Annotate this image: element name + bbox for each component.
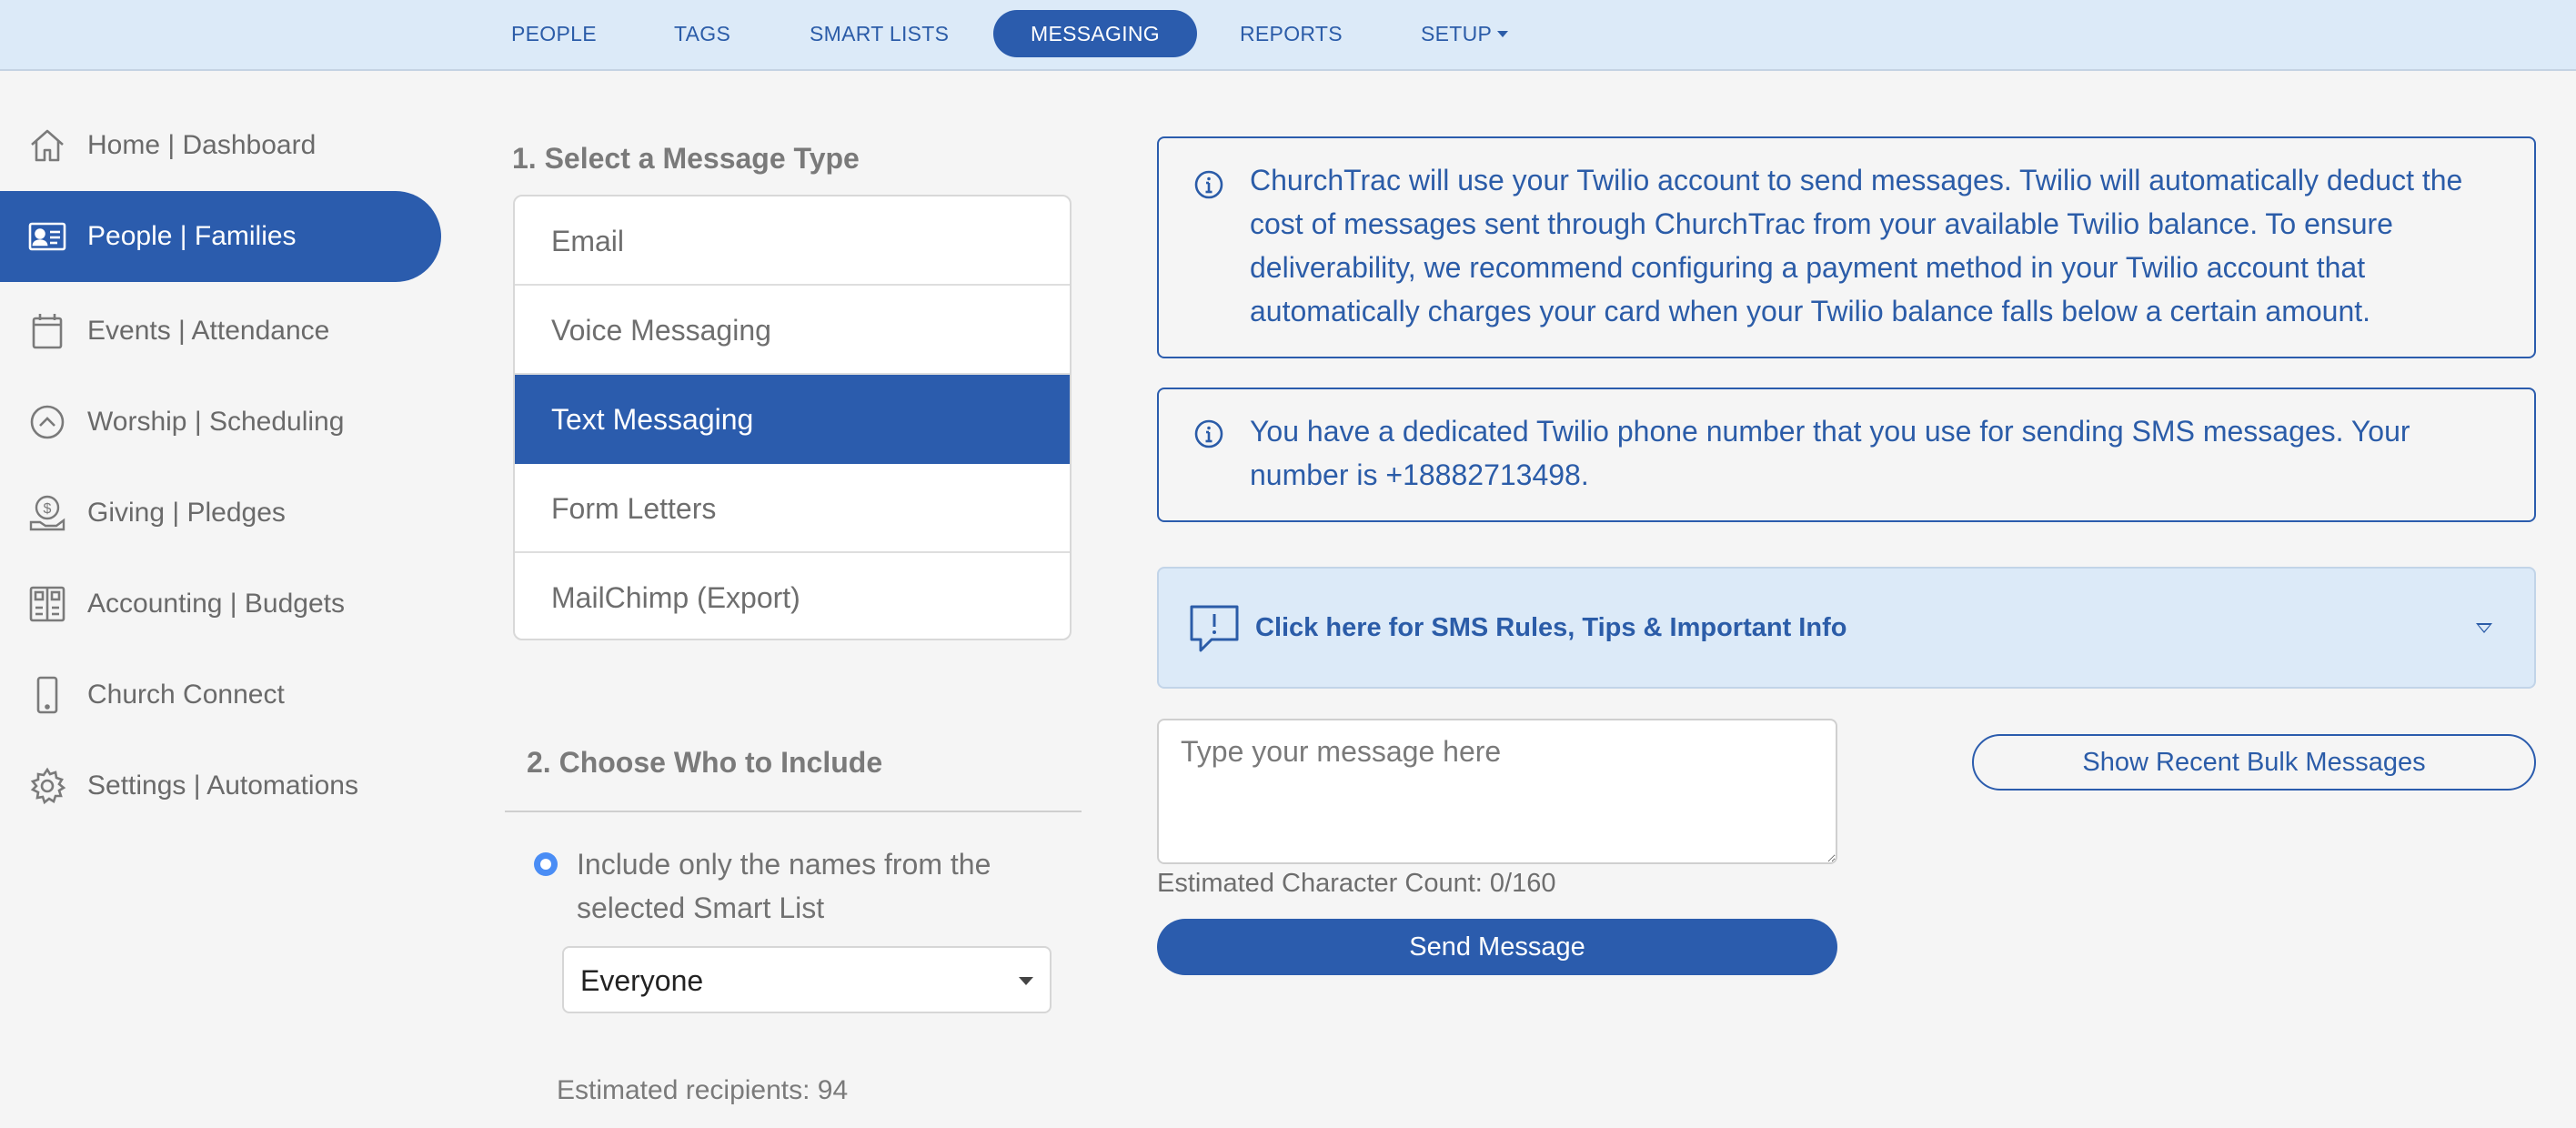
message-type-text[interactable]: Text Messaging <box>515 375 1070 464</box>
ledger-icon <box>27 584 67 624</box>
tab-reports[interactable]: REPORTS <box>1240 19 1343 66</box>
sidebar-item-label: Events | Attendance <box>87 316 330 346</box>
sidebar-item-label: Accounting | Budgets <box>87 589 345 619</box>
info-icon <box>1193 418 1224 449</box>
sidebar-item-accounting[interactable]: Accounting | Budgets <box>0 559 441 650</box>
caret-down-icon <box>1019 977 1033 985</box>
tab-setup-label: SETUP <box>1421 22 1493 45</box>
id-card-icon <box>27 217 67 257</box>
phone-info-box: You have a dedicated Twilio phone number… <box>1157 388 2536 522</box>
twilio-notice-text: ChurchTrac will use your Twilio account … <box>1250 164 2463 327</box>
caret-down-icon <box>1497 31 1509 37</box>
character-count: Estimated Character Count: 0/160 <box>1157 869 1556 898</box>
sidebar-item-label: Settings | Automations <box>87 770 358 801</box>
home-icon <box>27 126 67 166</box>
sidebar-item-worship[interactable]: Worship | Scheduling <box>0 377 441 468</box>
sidebar-item-church-connect[interactable]: Church Connect <box>0 650 441 740</box>
tab-messaging[interactable]: MESSAGING <box>993 10 1197 57</box>
mobile-phone-icon <box>27 675 67 715</box>
tab-people[interactable]: PEOPLE <box>511 19 597 66</box>
sidebar-item-label: Worship | Scheduling <box>87 407 345 437</box>
divider <box>505 811 1082 812</box>
top-nav: PEOPLE TAGS SMART LISTS MESSAGING REPORT… <box>0 0 2576 71</box>
sidebar-item-home[interactable]: Home | Dashboard <box>0 100 441 191</box>
sidebar-item-label: Home | Dashboard <box>87 130 317 160</box>
smart-list-selected-value: Everyone <box>580 964 704 997</box>
step2-title: 2. Choose Who to Include <box>527 746 883 779</box>
message-type-voice[interactable]: Voice Messaging <box>515 286 1070 375</box>
chevron-down-icon <box>2476 623 2492 633</box>
sms-rules-toggle[interactable]: Click here for SMS Rules, Tips & Importa… <box>1157 567 2536 689</box>
sidebar-item-people[interactable]: People | Families <box>0 191 441 282</box>
sidebar-item-label: Church Connect <box>87 680 285 710</box>
estimated-recipients: Estimated recipients: 94 <box>557 1075 849 1105</box>
tab-smart-lists[interactable]: SMART LISTS <box>810 19 949 66</box>
message-input[interactable] <box>1157 719 1837 864</box>
sidebar-item-events[interactable]: Events | Attendance <box>0 286 441 377</box>
send-message-button[interactable]: Send Message <box>1157 919 1837 975</box>
sms-rules-label: Click here for SMS Rules, Tips & Importa… <box>1255 613 1847 642</box>
chevron-up-circle-icon <box>27 402 67 442</box>
step1-title: 1. Select a Message Type <box>512 142 860 175</box>
svg-text:$: $ <box>44 501 52 517</box>
message-type-list: Email Voice Messaging Text Messaging For… <box>513 195 1072 640</box>
info-icon <box>1193 169 1224 200</box>
tab-setup[interactable]: SETUP <box>1421 19 1509 66</box>
show-recent-bulk-messages-button[interactable]: Show Recent Bulk Messages <box>1972 734 2536 791</box>
smart-list-radio-label: Include only the names from the selected… <box>577 848 991 924</box>
message-type-email[interactable]: Email <box>515 196 1070 286</box>
message-type-mailchimp[interactable]: MailChimp (Export) <box>515 553 1070 639</box>
message-type-form-letters[interactable]: Form Letters <box>515 464 1070 553</box>
twilio-info-box: ChurchTrac will use your Twilio account … <box>1157 136 2536 358</box>
phone-notice-text: You have a dedicated Twilio phone number… <box>1250 415 2410 491</box>
sidebar-item-giving[interactable]: $ Giving | Pledges <box>0 468 441 559</box>
sidebar-item-settings[interactable]: Settings | Automations <box>0 740 441 831</box>
tab-tags[interactable]: TAGS <box>674 19 730 66</box>
sidebar-item-label: Giving | Pledges <box>87 498 286 528</box>
alert-message-icon <box>1188 603 1241 656</box>
calendar-icon <box>27 311 67 351</box>
dollar-hand-icon: $ <box>27 493 67 533</box>
smart-list-select[interactable]: Everyone <box>562 946 1052 1013</box>
sidebar-item-label: People | Families <box>87 221 297 251</box>
smart-list-radio[interactable] <box>534 852 558 876</box>
gear-icon <box>27 766 67 806</box>
